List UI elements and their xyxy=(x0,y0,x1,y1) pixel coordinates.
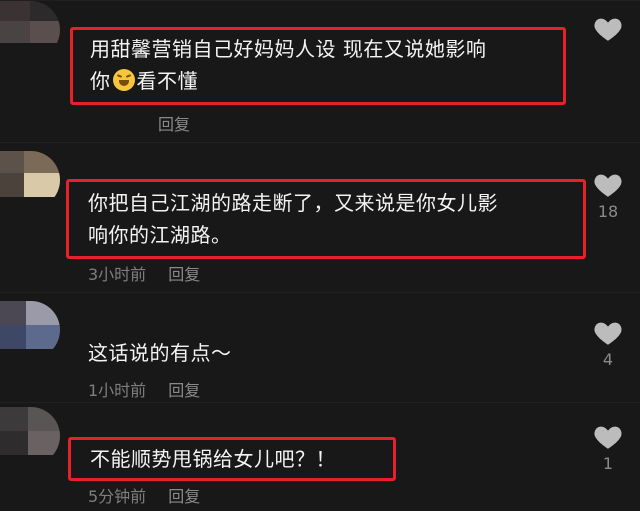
comment-text-line: 这话说的有点～ xyxy=(88,341,232,365)
like-button[interactable] xyxy=(590,15,626,42)
comment-time: 5分钟前 xyxy=(88,487,147,506)
comment-time: 1小时前 xyxy=(88,381,147,400)
comment-item: 不能顺势甩锅给女儿吧？！ 5分钟前 回复 1 xyxy=(0,402,640,511)
comment-meta: 5分钟前 回复 xyxy=(88,483,200,507)
reply-button[interactable]: 回复 xyxy=(158,111,190,135)
comment-text-line: 响你的江湖路。 xyxy=(88,223,232,247)
heart-icon xyxy=(594,426,622,449)
comment-text-line: 看不懂 xyxy=(136,69,198,93)
laughing-crying-emoji-icon xyxy=(112,69,135,91)
reply-button[interactable]: 回复 xyxy=(168,483,200,507)
comment-text-line: 用甜馨营销自己好妈妈人设 现在又说她影响 xyxy=(90,37,487,61)
reply-button[interactable]: 回复 xyxy=(168,377,200,401)
avatar[interactable] xyxy=(0,301,60,359)
like-count: 4 xyxy=(602,350,614,369)
comment-time: 3小时前 xyxy=(88,265,147,284)
comment-text: 用甜馨营销自己好妈妈人设 现在又说她影响 你 看不懂 xyxy=(90,33,560,97)
comment-item: 你把自己江湖的路走断了，又来说是你女儿影 响你的江湖路。 3小时前 回复 18 xyxy=(0,142,640,293)
comment-text: 你把自己江湖的路走断了，又来说是你女儿影 响你的江湖路。 xyxy=(88,187,578,251)
comment-text-line: 你 xyxy=(90,69,111,93)
like-button[interactable]: 1 xyxy=(590,423,626,473)
avatar[interactable] xyxy=(0,407,60,465)
comment-item: 用甜馨营销自己好妈妈人设 现在又说她影响 你 看不懂 回复 xyxy=(0,0,640,143)
comment-meta: 回复 xyxy=(158,111,190,135)
comment-meta: 3小时前 回复 xyxy=(88,261,200,285)
heart-icon xyxy=(594,174,622,197)
comment-item: 这话说的有点～ 1小时前 回复 4 xyxy=(0,292,640,403)
avatar[interactable] xyxy=(0,1,60,59)
heart-icon xyxy=(594,18,622,41)
comment-text-line: 你把自己江湖的路走断了，又来说是你女儿影 xyxy=(88,191,498,215)
comment-text: 不能顺势甩锅给女儿吧？！ xyxy=(90,443,390,475)
like-count: 1 xyxy=(602,454,614,473)
like-count: 18 xyxy=(597,202,619,221)
avatar[interactable] xyxy=(0,151,60,209)
like-button[interactable]: 18 xyxy=(590,171,626,221)
comment-meta: 1小时前 回复 xyxy=(88,377,200,401)
comment-text: 这话说的有点～ xyxy=(88,337,568,369)
reply-button[interactable]: 回复 xyxy=(168,261,200,285)
like-button[interactable]: 4 xyxy=(590,319,626,369)
heart-icon xyxy=(594,322,622,345)
comment-text-line: 不能顺势甩锅给女儿吧？！ xyxy=(90,447,336,471)
